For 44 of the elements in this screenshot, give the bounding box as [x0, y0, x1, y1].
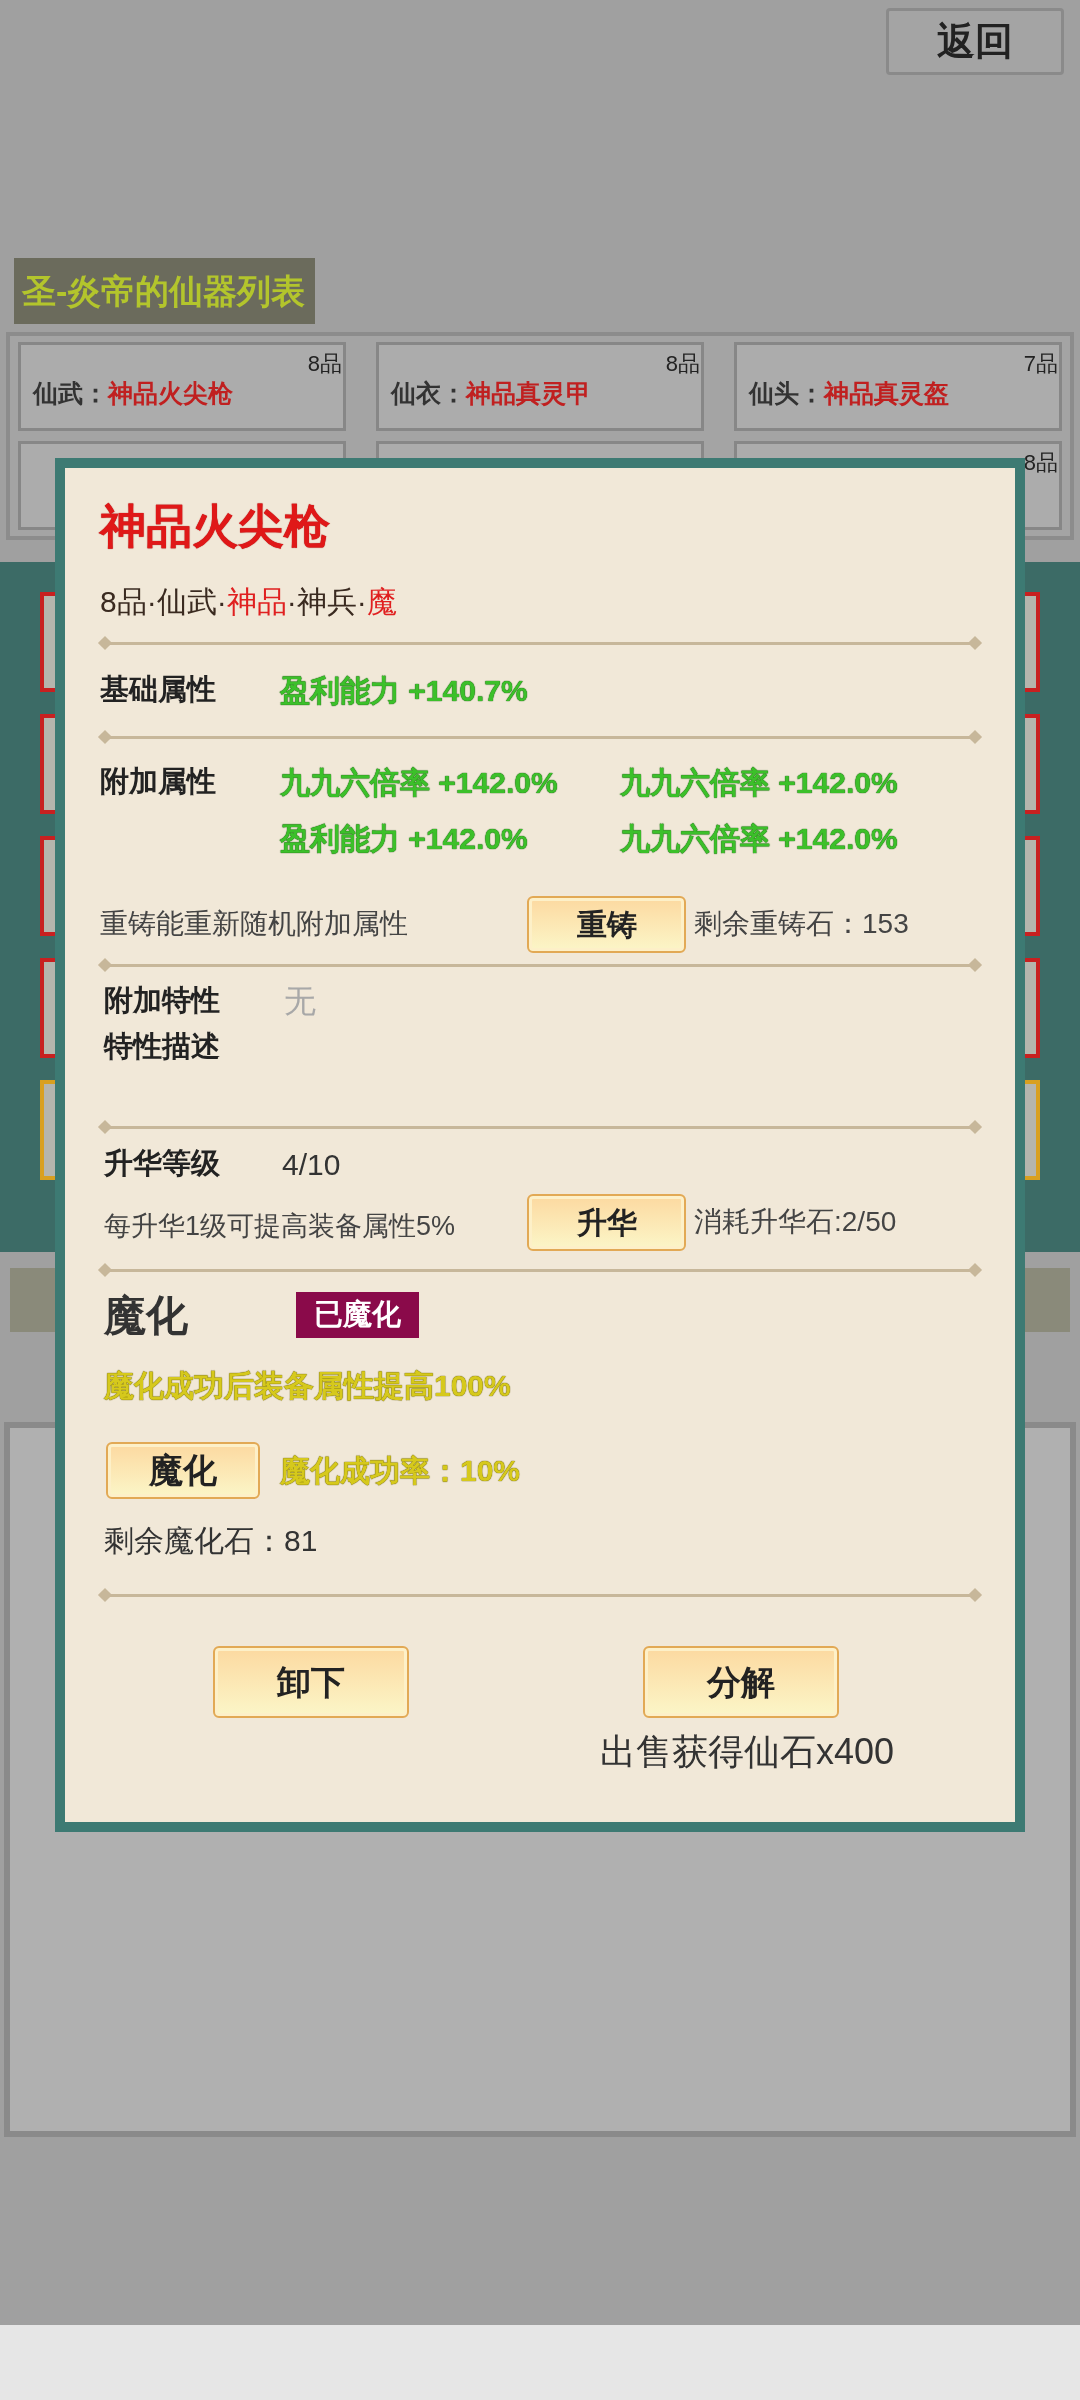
base-attr-label: 基础属性: [100, 672, 217, 708]
item-name: 神品火尖枪: [108, 378, 233, 409]
ascend-button[interactable]: 升华: [527, 1193, 686, 1251]
traits-label: 附加特性: [103, 983, 221, 1019]
slot-label: 仙头：: [749, 378, 824, 409]
attribute-value: 九九六倍率 +142.0%: [280, 764, 558, 801]
slot-label: 仙衣：: [391, 378, 466, 409]
demonize-effect: 魔化成功后装备属性提高100%: [103, 1367, 511, 1404]
attribute-value: 九九六倍率 +142.0%: [620, 820, 898, 857]
ascend-level-value: 4/10: [282, 1146, 341, 1183]
attribute-value: 九九六倍率 +142.0%: [620, 764, 898, 801]
reforge-button[interactable]: 重铸: [527, 895, 686, 953]
ascend-level-label: 升华等级: [103, 1146, 221, 1182]
trait-description-label: 特性描述: [102, 1029, 220, 1065]
unequip-button[interactable]: 卸下: [213, 1646, 409, 1718]
decompose-button[interactable]: 分解: [643, 1646, 839, 1718]
sell-note: 出售获得仙石x400: [600, 1730, 895, 1774]
equipment-card[interactable]: 7品 仙头：神品真灵盔: [734, 342, 1062, 431]
demonize-button[interactable]: 魔化: [106, 1441, 260, 1499]
attribute-value: 盈利能力 +142.0%: [280, 820, 528, 857]
reforge-description: 重铸能重新随机附加属性: [100, 907, 409, 941]
demonized-badge: 已魔化: [296, 1292, 419, 1338]
demonize-label: 魔化: [103, 1290, 189, 1341]
traits-value: 无: [284, 982, 316, 1021]
demonize-success-rate: 魔化成功率：10%: [280, 1452, 521, 1489]
grade-label: 8品: [307, 350, 342, 378]
item-name: 神品真灵甲: [466, 378, 591, 409]
demonize-stone-count: 剩余魔化石：81: [103, 1522, 318, 1559]
grade-label: 7品: [1023, 350, 1058, 378]
equipment-card[interactable]: 8品 仙衣：神品真灵甲: [376, 342, 704, 431]
grade-label: 8品: [1023, 449, 1058, 477]
attribute-value: 盈利能力 +140.7%: [280, 672, 528, 709]
item-name: 神品真灵盔: [824, 378, 949, 409]
back-button[interactable]: 返回: [886, 8, 1064, 75]
extra-attr-label: 附加属性: [100, 764, 216, 800]
item-tags: 8品·仙武·神品·神兵·魔: [100, 578, 397, 624]
dialog-title: 神品火尖枪: [100, 498, 330, 554]
ascend-description: 每升华1级可提高装备属性5%: [103, 1209, 457, 1243]
list-title: 圣-炎帝的仙器列表: [14, 258, 315, 324]
reforge-stone-count: 剩余重铸石：153: [694, 907, 909, 941]
slot-label: 仙武：: [33, 378, 108, 409]
grade-label: 8品: [665, 350, 700, 378]
ascend-cost: 消耗升华石:2/50: [694, 1205, 897, 1239]
equipment-card[interactable]: 8品 仙武：神品火尖枪: [18, 342, 346, 431]
